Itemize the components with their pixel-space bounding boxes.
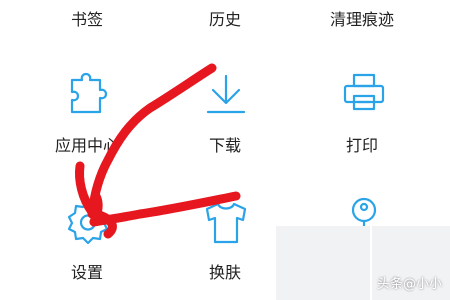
menu-item-label: 清理痕迹 <box>329 10 395 29</box>
menu-item-label: 书签 <box>70 10 104 29</box>
menu-item-clear-traces[interactable]: 清理痕迹 <box>315 0 410 30</box>
tshirt-icon <box>203 200 249 244</box>
menu-item-label: 换肤 <box>208 263 242 282</box>
menu-item-download[interactable]: 下载 <box>178 62 273 157</box>
key-icon <box>349 196 383 232</box>
background-panel <box>276 226 370 300</box>
menu-item-label: 应用中心 <box>54 136 120 155</box>
printer-icon <box>342 72 386 112</box>
menu-item-history[interactable]: 历史 <box>178 0 273 30</box>
puzzle-icon <box>68 68 108 116</box>
menu-item-skin[interactable]: 换肤 <box>178 190 273 285</box>
download-icon <box>205 72 247 116</box>
menu-item-settings[interactable]: 设置 <box>40 190 135 285</box>
menu-item-bookmarks[interactable]: 书签 <box>40 0 135 30</box>
gear-icon <box>64 198 112 246</box>
menu-item-app-center[interactable]: 应用中心 <box>40 62 135 157</box>
menu-item-label: 下载 <box>208 136 242 155</box>
menu-item-label: 历史 <box>208 10 242 29</box>
menu-item-print[interactable]: 打印 <box>315 62 410 157</box>
menu-item-label: 设置 <box>70 263 104 282</box>
menu-item-label: 打印 <box>345 136 379 155</box>
watermark: 头条@小小 <box>376 277 442 292</box>
